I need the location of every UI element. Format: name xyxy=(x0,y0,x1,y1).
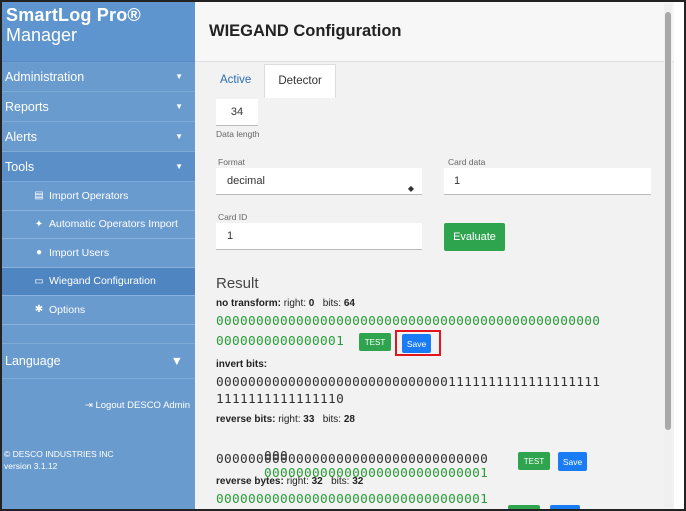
page-header: WIEGAND Configuration xyxy=(195,2,674,62)
sidebar-item-automatic-operators-import[interactable]: ✦ Automatic Operators Import xyxy=(2,211,195,239)
test-button[interactable]: TEST xyxy=(518,452,550,470)
sidebar-item-label: Import Users xyxy=(49,246,110,259)
select-arrows-icon: ◆ xyxy=(407,184,414,193)
sidebar-item-import-operators[interactable]: ▤ Import Operators xyxy=(2,182,195,211)
right-value: 33 xyxy=(303,414,315,425)
format-label: Format xyxy=(218,157,245,167)
bits-label: bits: xyxy=(322,298,342,309)
right-value: 0 xyxy=(308,298,315,309)
sidebar-item-options[interactable]: ✱ Options xyxy=(2,296,195,325)
transform-name: reverse bits: xyxy=(216,414,276,425)
bits-value: 32 xyxy=(352,476,364,487)
brand-subtitle: Manager xyxy=(6,25,78,45)
chevron-down-icon: ▼ xyxy=(175,132,183,141)
bits-value: 28 xyxy=(343,414,355,425)
nav-reports[interactable]: Reports ▼ xyxy=(2,92,195,122)
transform-name: invert bits: xyxy=(216,359,268,370)
chevron-down-icon: ▼ xyxy=(175,162,183,171)
tab-detector[interactable]: Detector xyxy=(264,64,336,98)
chevron-down-icon: ▼ xyxy=(170,354,183,368)
app-window: SmartLog Pro® Manager Administration ▼ R… xyxy=(0,0,686,511)
result-title: Result xyxy=(216,275,259,292)
file-import-icon: ▤ xyxy=(34,190,44,202)
card-data-label: Card data xyxy=(448,157,486,167)
users-icon: ● xyxy=(35,247,43,259)
sidebar: SmartLog Pro® Manager Administration ▼ R… xyxy=(2,2,195,509)
id-card-icon: ▭ xyxy=(34,275,44,287)
right-label: right: xyxy=(278,414,301,425)
card-id-label: Card ID xyxy=(218,212,248,222)
logout-icon: ⇥ xyxy=(84,400,93,411)
chevron-down-icon: ▼ xyxy=(175,102,183,111)
gear-icon: ✱ xyxy=(34,304,44,316)
bits-label: bits: xyxy=(322,414,342,425)
nav-tools[interactable]: Tools ▼ xyxy=(2,152,195,182)
reverse-bits-line2: 0000000000000000000000000000000000 xyxy=(216,452,489,467)
test-button[interactable]: TEST xyxy=(359,333,391,351)
no-transform-bits-line1: 0000000000000000000000000000000000000000… xyxy=(216,314,601,329)
nav-label: Alerts xyxy=(5,129,37,144)
save-button[interactable]: Save xyxy=(402,334,431,353)
brand-name: SmartLog Pro® xyxy=(6,5,141,25)
right-value: 32 xyxy=(311,476,323,487)
reverse-bytes-line1: 0000000000000000000000000000000001 xyxy=(216,492,489,507)
data-length-input[interactable]: 34 xyxy=(216,99,258,126)
transform-name: reverse bytes: xyxy=(216,476,284,487)
transform-name: no transform: xyxy=(216,298,281,309)
sidebar-item-label: Wiegand Configuration xyxy=(49,275,156,288)
reverse-bytes-label: reverse bytes: right: 32 bits: 32 xyxy=(216,476,363,487)
sidebar-item-import-users[interactable]: ● Import Users xyxy=(2,239,195,268)
tab-active[interactable]: Active xyxy=(207,64,264,97)
invert-bits-line2: 1111111111111110 xyxy=(216,392,345,407)
card-id-value: 1 xyxy=(227,230,234,242)
invert-bits-line1: 0000000000000000000000000000011111111111… xyxy=(216,375,601,390)
card-data-input[interactable]: 1 xyxy=(444,168,651,195)
version-text: version 3.1.12 xyxy=(4,461,58,471)
sidebar-item-label: Options xyxy=(49,303,86,316)
scrollbar[interactable] xyxy=(664,4,672,507)
nav-administration[interactable]: Administration ▼ xyxy=(2,62,195,92)
main-content: WIEGAND Configuration Active Detector 34… xyxy=(195,2,674,509)
footer-info: © DESCO INDUSTRIES INC version 3.1.12 xyxy=(4,448,114,472)
save-button[interactable] xyxy=(550,505,580,509)
sidebar-item-wiegand-configuration[interactable]: ▭ Wiegand Configuration xyxy=(2,267,195,296)
copyright-text: © DESCO INDUSTRIES INC xyxy=(4,449,114,459)
invert-bits-label: invert bits: xyxy=(216,359,267,370)
nav-label: Reports xyxy=(5,99,49,114)
card-data-value: 1 xyxy=(454,175,461,187)
data-length-value: 34 xyxy=(230,106,244,118)
format-select[interactable]: decimal ◆ xyxy=(216,168,422,195)
bits-value: 64 xyxy=(343,298,355,309)
right-label: right: xyxy=(286,476,309,487)
logout-link[interactable]: ⇥ Logout DESCO Admin xyxy=(2,400,190,411)
right-label: right: xyxy=(283,298,307,309)
brand-logo[interactable]: SmartLog Pro® Manager xyxy=(2,2,195,62)
logout-label: Logout DESCO Admin xyxy=(95,400,190,411)
sidebar-item-label: Import Operators xyxy=(49,189,129,202)
chevron-down-icon: ▼ xyxy=(175,72,183,81)
test-button[interactable] xyxy=(508,505,540,509)
scrollbar-thumb[interactable] xyxy=(665,12,671,430)
tab-bar: Active Detector xyxy=(207,64,336,98)
page-title: WIEGAND Configuration xyxy=(209,22,402,40)
sidebar-item-label: Automatic Operators Import xyxy=(49,218,178,231)
no-transform-bits-line2: 0000000000000001 xyxy=(216,334,345,349)
magic-wand-icon: ✦ xyxy=(34,218,44,230)
no-transform-label: no transform: right: 0 bits: 64 xyxy=(216,298,355,309)
data-length-label: Data length xyxy=(216,129,260,139)
bits-label: bits: xyxy=(331,476,350,487)
reverse-bits-label: reverse bits: right: 33 bits: 28 xyxy=(216,414,355,425)
evaluate-button[interactable]: Evaluate xyxy=(444,223,505,251)
nav-label: Language xyxy=(5,354,61,368)
nav-language[interactable]: Language ▼ xyxy=(2,343,195,379)
format-value: decimal xyxy=(227,175,265,187)
nav-alerts[interactable]: Alerts ▼ xyxy=(2,122,195,152)
nav-label: Tools xyxy=(5,159,35,174)
nav-label: Administration xyxy=(5,69,85,84)
card-id-input[interactable]: 1 xyxy=(216,223,422,250)
save-button[interactable]: Save xyxy=(558,452,587,471)
